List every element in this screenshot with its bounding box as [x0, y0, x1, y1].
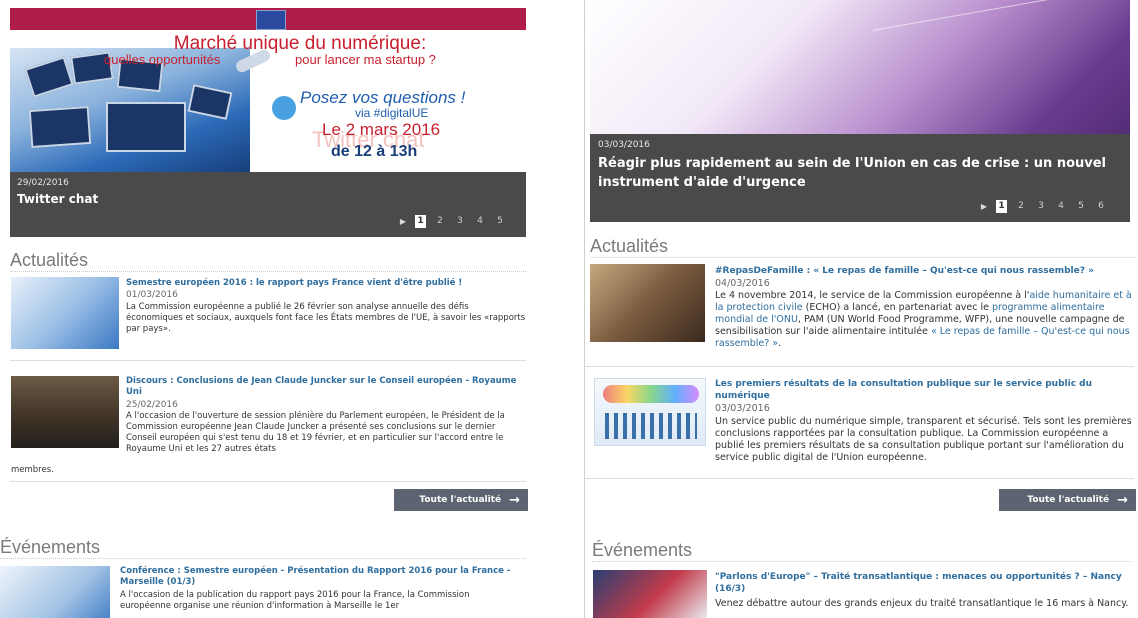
divider [584, 478, 1134, 479]
news-summary: Le 4 novembre 2014, le service de la Com… [715, 290, 1135, 350]
event-thumbnail[interactable] [0, 566, 110, 618]
news-title[interactable]: #RepasDeFamille : « Le repas de famille … [715, 265, 1135, 277]
all-news-button[interactable]: Toute l'actualité → [394, 489, 528, 511]
pager-page-3[interactable]: 3 [1031, 200, 1051, 213]
event-summary: Venez débattre autour des grands enjeux … [715, 598, 1129, 609]
news-date: 03/03/2016 [715, 403, 770, 414]
news-thumbnail-family-meal[interactable] [590, 264, 705, 342]
hero-caption-title[interactable]: Twitter chat [17, 192, 98, 206]
pager-page-2[interactable]: 2 [1011, 200, 1031, 213]
hero-event-time: de 12 à 13h [331, 143, 418, 160]
events-heading: Événements [0, 537, 526, 559]
news-summary-text: (ECHO) a lancé, en partenariat avec le [802, 302, 992, 313]
all-news-label: Toute l'actualité [1027, 495, 1110, 505]
pager-page-6[interactable]: 6 [1091, 200, 1111, 213]
news-summary-text: Le 4 novembre 2014, le service de la Com… [715, 290, 1030, 301]
carousel-pager: ▶ 1 2 3 4 5 6 [976, 200, 1111, 213]
hero-illustration [872, 0, 1108, 129]
news-date: 04/03/2016 [715, 278, 770, 289]
hero-caption-date: 03/03/2016 [598, 140, 650, 150]
divider [584, 366, 1134, 367]
news-thumbnail-consultation[interactable] [594, 378, 706, 446]
twitter-bird-icon [272, 96, 296, 120]
news-summary: Un service public du numérique simple, t… [715, 416, 1132, 463]
news-summary: A l'occasion de l'ouverture de session p… [126, 411, 505, 454]
pager-page-3[interactable]: 3 [450, 215, 470, 228]
arrow-right-icon: → [1117, 492, 1128, 508]
news-date: 25/02/2016 [126, 400, 178, 410]
news-thumbnail-juncker[interactable] [11, 376, 119, 448]
hero-subheadline-b: pour lancer ma startup ? [295, 52, 436, 67]
left-screenshot: Marché unique du numérique: quelles oppo… [0, 0, 540, 618]
news-title[interactable]: Semestre européen 2016 : le rapport pays… [126, 278, 526, 289]
hero-event-date: Le 2 mars 2016 [322, 120, 441, 139]
news-summary: La Commission européenne a publié le 26 … [126, 302, 526, 334]
pager-page-4[interactable]: 4 [1051, 200, 1071, 213]
carousel-pager: ▶ 1 2 3 4 5 [395, 215, 510, 228]
news-heading: Actualités [590, 236, 1135, 258]
pager-page-1[interactable]: 1 [996, 200, 1007, 213]
people-icon [605, 413, 697, 439]
divider [10, 360, 526, 361]
news-thumbnail-eu-map[interactable] [11, 277, 119, 349]
news-title[interactable]: Discours : Conclusions de Jean Claude Ju… [126, 376, 526, 398]
hero-hashtag: via #digitalUE [355, 106, 429, 120]
event-title[interactable]: Conférence : Semestre européen - Présent… [120, 566, 520, 588]
news-heading: Actualités [10, 250, 526, 272]
speech-bubbles-icon [603, 385, 699, 403]
pager-page-2[interactable]: 2 [430, 215, 450, 228]
hero-carousel[interactable]: Marché unique du numérique: quelles oppo… [10, 0, 526, 237]
all-news-button[interactable]: Toute l'actualité → [999, 489, 1136, 511]
news-summary-tail: membres. [11, 465, 54, 475]
hero-carousel[interactable]: 03/03/2016 Réagir plus rapidement au sei… [590, 0, 1130, 222]
news-summary-text: . [778, 338, 782, 349]
hero-caption-title[interactable]: Réagir plus rapidement au sein de l'Unio… [598, 154, 1118, 192]
all-news-label: Toute l'actualité [419, 495, 502, 505]
events-heading: Événements [592, 540, 1132, 562]
event-title[interactable]: "Parlons d'Europe" – Traité transatlanti… [715, 571, 1135, 595]
hero-subheadline-a: quelles opportunités [104, 52, 221, 67]
event-thumbnail[interactable] [593, 570, 707, 618]
divider [10, 481, 526, 482]
right-screenshot: 03/03/2016 Réagir plus rapidement au sei… [578, 0, 1138, 618]
pager-page-5[interactable]: 5 [490, 215, 510, 228]
eu-flag-icon [256, 10, 286, 30]
arrow-right-icon: → [509, 492, 520, 508]
news-date: 01/03/2016 [126, 290, 178, 300]
pager-page-5[interactable]: 5 [1071, 200, 1091, 213]
news-title[interactable]: Les premiers résultats de la consultatio… [715, 378, 1135, 402]
event-summary: A l'occasion de la publication du rappor… [120, 590, 470, 611]
play-icon[interactable]: ▶ [395, 217, 411, 226]
hero-posez-text: Posez vos questions ! [300, 88, 466, 107]
pager-page-1[interactable]: 1 [415, 215, 426, 228]
play-icon[interactable]: ▶ [976, 202, 992, 211]
hero-caption-date: 29/02/2016 [17, 178, 69, 188]
pager-page-4[interactable]: 4 [470, 215, 490, 228]
